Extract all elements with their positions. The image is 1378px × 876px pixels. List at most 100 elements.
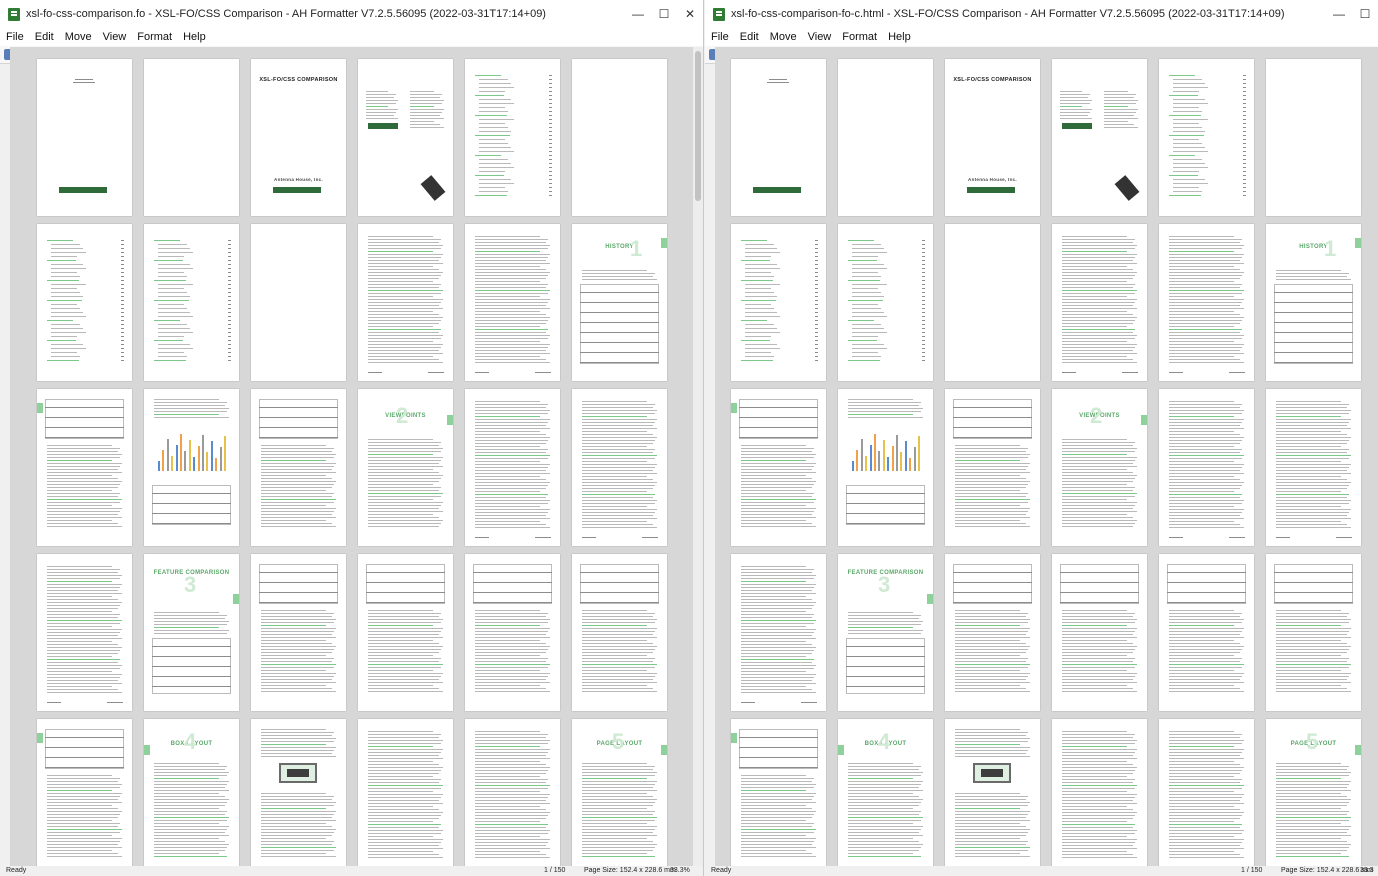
page-thumbnail[interactable] (945, 389, 1040, 546)
text-line (1173, 139, 1199, 140)
page-thumbnail[interactable]: BOX LAYOUT 4 (838, 719, 933, 866)
page-thumbnail[interactable] (945, 554, 1040, 711)
page-thumbnail[interactable]: VIEWPOINTS 2 (1052, 389, 1147, 546)
scroll-thumb[interactable] (695, 51, 701, 201)
page-thumbnail[interactable] (358, 224, 453, 381)
text-line (47, 799, 118, 800)
text-line (366, 582, 445, 583)
maximize-button[interactable]: ☐ (1352, 0, 1378, 28)
page-thumbnail[interactable]: VIEWPOINTS 2 (358, 389, 453, 546)
page-canvas[interactable]: XSL-FO/CSS COMPARISON Antenna House, Inc.… (715, 47, 1378, 866)
text-line (47, 823, 120, 824)
page-thumbnail[interactable] (37, 389, 132, 546)
page-thumbnail[interactable] (731, 389, 826, 546)
maximize-button[interactable]: ☐ (651, 0, 677, 28)
page-thumbnail[interactable] (731, 719, 826, 866)
page-thumbnail[interactable] (37, 554, 132, 711)
page-thumbnail[interactable] (838, 59, 933, 216)
page-thumbnail[interactable]: HISTORY 1 (572, 224, 667, 381)
menu-format[interactable]: Format (137, 31, 172, 43)
page-thumbnail[interactable] (1266, 554, 1361, 711)
page-thumbnail[interactable] (572, 554, 667, 711)
close-button[interactable]: ✕ (677, 0, 703, 28)
page-thumbnail[interactable]: BOX LAYOUT 4 (144, 719, 239, 866)
page-thumbnail[interactable] (731, 59, 826, 216)
page-thumbnail[interactable] (945, 719, 1040, 866)
page-thumbnail[interactable] (1266, 389, 1361, 546)
page-thumbnail[interactable] (945, 224, 1040, 381)
page-thumbnail[interactable] (838, 389, 933, 546)
page-thumbnail[interactable]: PAGE LAYOUT 5 (1266, 719, 1361, 866)
menu-help[interactable]: Help (183, 31, 206, 43)
page-thumbnail[interactable] (144, 389, 239, 546)
page-thumbnail[interactable] (465, 224, 560, 381)
menu-view[interactable]: View (103, 31, 127, 43)
page-thumbnail[interactable] (358, 59, 453, 216)
page-thumbnail[interactable] (1052, 719, 1147, 866)
menu-file[interactable]: File (6, 31, 24, 43)
vertical-scrollbar[interactable] (693, 47, 703, 866)
page-thumbnail[interactable] (1052, 554, 1147, 711)
page-thumbnail[interactable] (251, 719, 346, 866)
menu-edit[interactable]: Edit (35, 31, 54, 43)
page-thumbnail[interactable] (1052, 59, 1147, 216)
page-thumbnail[interactable]: FEATURE COMPARISON 3 (144, 554, 239, 711)
page-thumbnail[interactable]: XSL-FO/CSS COMPARISON Antenna House, Inc. (251, 59, 346, 216)
text-line (955, 811, 1030, 812)
page-thumbnail[interactable] (251, 389, 346, 546)
page-thumbnail[interactable] (37, 224, 132, 381)
page-thumbnail[interactable] (1159, 554, 1254, 711)
menu-edit[interactable]: Edit (740, 31, 759, 43)
page-thumbnail[interactable] (144, 224, 239, 381)
page-thumbnail[interactable] (1052, 224, 1147, 381)
page-thumbnail[interactable] (465, 389, 560, 546)
page-thumbnail[interactable]: FEATURE COMPARISON 3 (838, 554, 933, 711)
text-line (47, 526, 122, 527)
text-line (955, 729, 1020, 730)
minimize-button[interactable]: — (1326, 0, 1352, 28)
page-thumbnail[interactable] (1159, 59, 1254, 216)
page-thumbnail[interactable] (358, 719, 453, 866)
text-line (1062, 520, 1137, 521)
page-thumbnail[interactable] (572, 59, 667, 216)
text-line (154, 811, 227, 812)
page-thumbnail[interactable] (251, 224, 346, 381)
menu-format[interactable]: Format (842, 31, 877, 43)
text-line (1173, 99, 1205, 100)
page-thumbnail[interactable]: XSL-FO/CSS COMPARISON Antenna House, Inc. (945, 59, 1040, 216)
page-thumbnail[interactable] (251, 554, 346, 711)
page-thumbnail[interactable] (572, 389, 667, 546)
page-thumbnail[interactable] (1159, 224, 1254, 381)
menu-move[interactable]: Move (770, 31, 797, 43)
page-thumbnail[interactable] (1159, 719, 1254, 866)
page-thumbnail[interactable] (37, 59, 132, 216)
minimize-button[interactable]: — (625, 0, 651, 28)
text-line (741, 511, 814, 512)
page-thumbnail[interactable] (731, 224, 826, 381)
page-thumbnail[interactable] (465, 554, 560, 711)
page-thumbnail[interactable] (1159, 389, 1254, 546)
page-thumbnail[interactable] (838, 224, 933, 381)
page-thumbnail[interactable]: PAGE LAYOUT 5 (572, 719, 667, 866)
page-thumbnail[interactable] (731, 554, 826, 711)
menu-view[interactable]: View (808, 31, 832, 43)
text-line (475, 314, 546, 315)
text-line (368, 508, 439, 509)
menu-move[interactable]: Move (65, 31, 92, 43)
menu-help[interactable]: Help (888, 31, 911, 43)
page-thumbnail[interactable] (1266, 59, 1361, 216)
page-thumbnail[interactable] (358, 554, 453, 711)
text-line (475, 812, 550, 813)
page-thumbnail[interactable] (465, 59, 560, 216)
page-thumbnail[interactable]: HISTORY 1 (1266, 224, 1361, 381)
page-thumbnail[interactable] (465, 719, 560, 866)
title-bar[interactable]: xsl-fo-css-comparison.fo - XSL-FO/CSS Co… (0, 0, 703, 28)
page-thumbnail[interactable] (144, 59, 239, 216)
title-bar[interactable]: xsl-fo-css-comparison-fo-c.html - XSL-FO… (705, 0, 1378, 28)
page-canvas[interactable]: XSL-FO/CSS COMPARISON Antenna House, Inc.… (10, 47, 693, 866)
text-line (582, 279, 657, 280)
page-thumbnail[interactable] (37, 719, 132, 866)
menu-file[interactable]: File (711, 31, 729, 43)
text-line (955, 520, 1020, 521)
text-line (582, 437, 657, 438)
